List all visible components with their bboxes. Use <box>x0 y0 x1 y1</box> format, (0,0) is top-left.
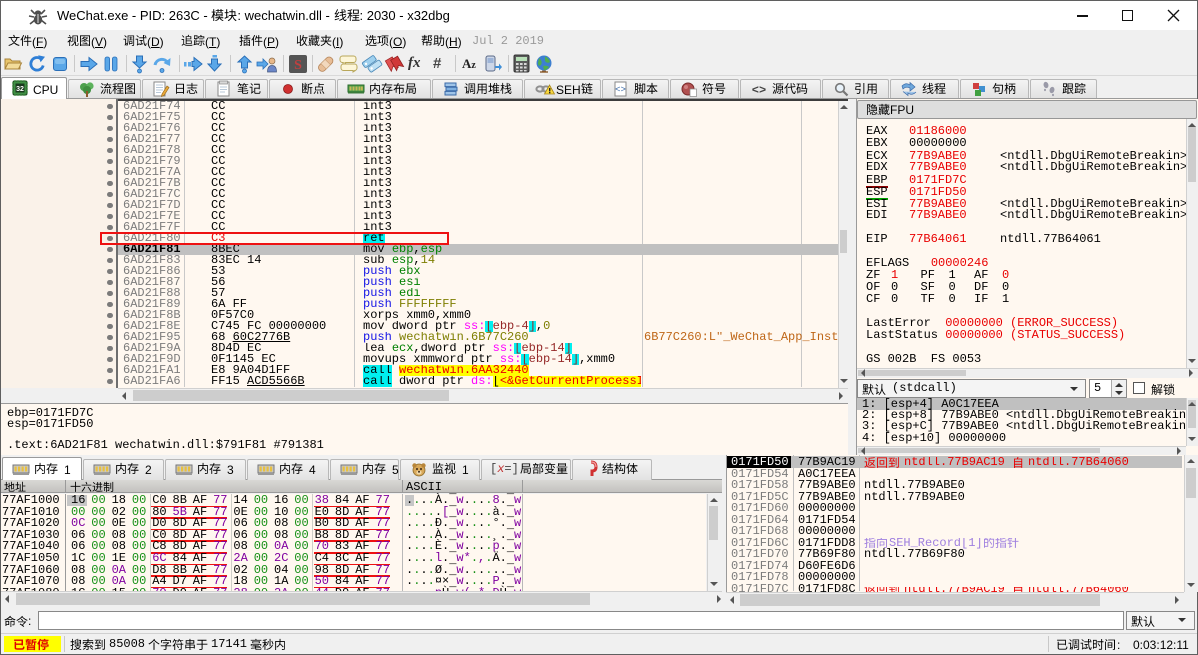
svg-text:32: 32 <box>16 86 24 93</box>
svg-text:<>: <> <box>615 85 626 95</box>
svg-text:S: S <box>294 58 302 73</box>
svg-text:<>: <> <box>752 84 766 98</box>
